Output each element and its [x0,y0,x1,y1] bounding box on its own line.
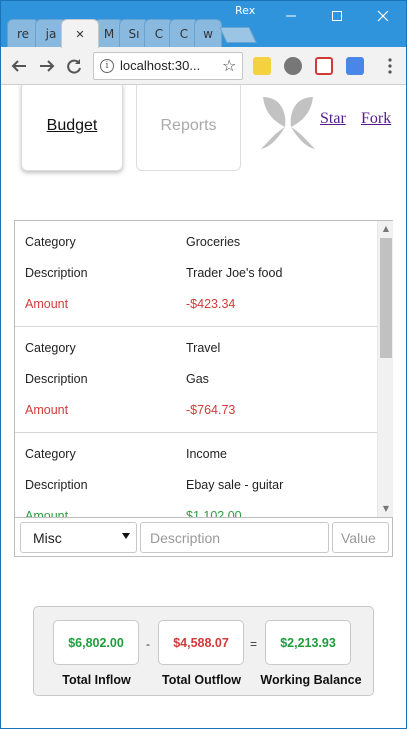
browser-window: re ja ✕ M Sı C C w Rex i localhost:30...… [0,0,407,729]
window-border [0,0,407,729]
close-tab-icon[interactable]: ✕ [73,27,87,41]
tab-active[interactable]: ✕ [61,19,99,48]
